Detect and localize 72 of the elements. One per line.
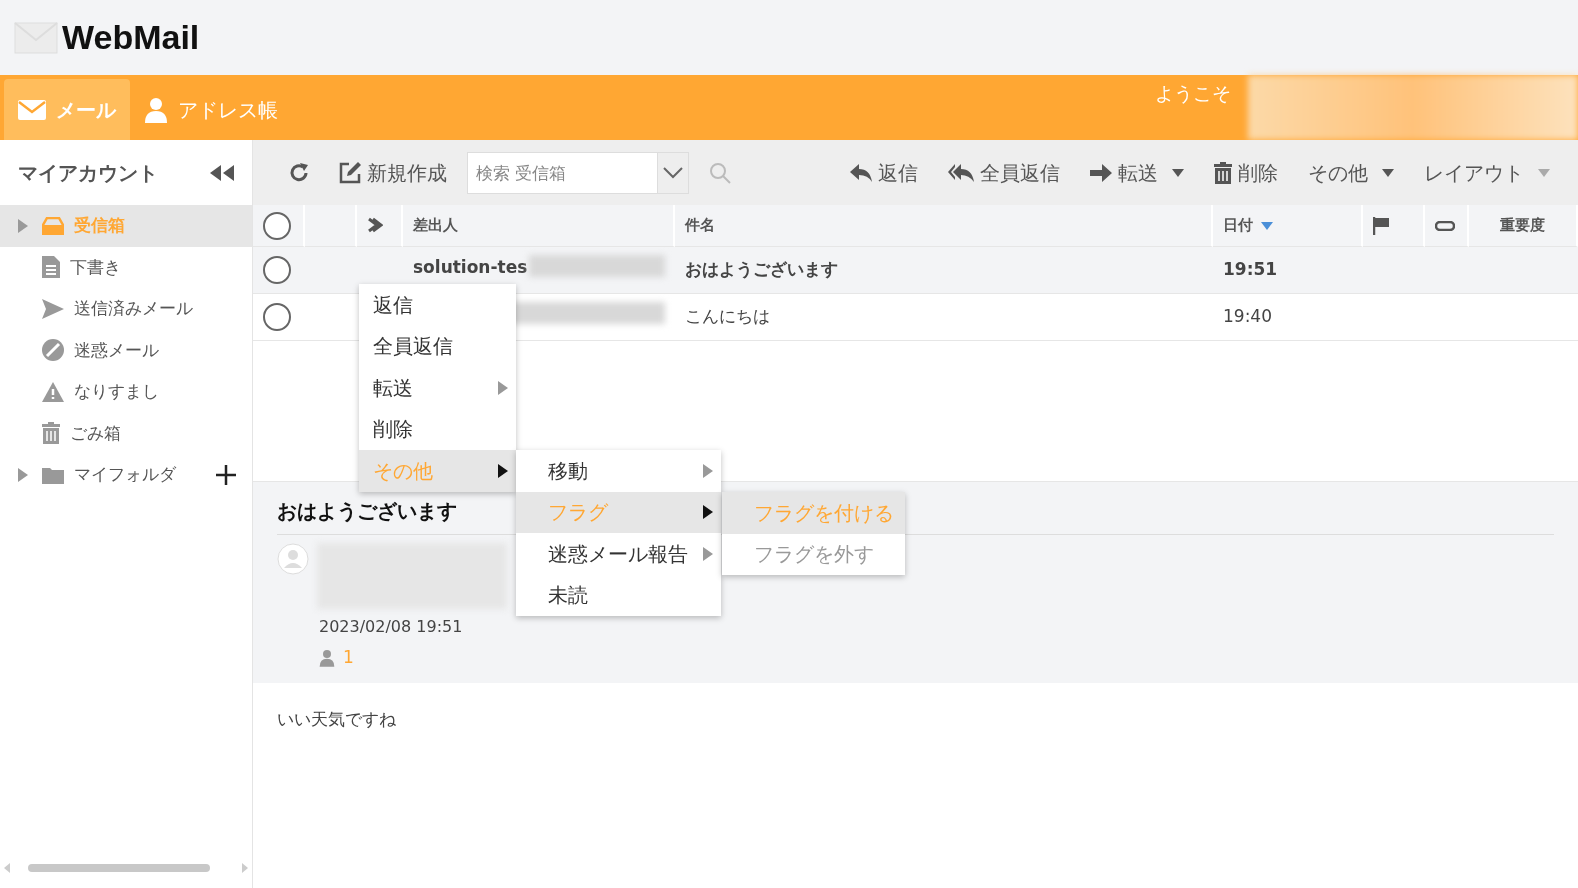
subject-text: おはようございます [685, 258, 838, 282]
menu-item[interactable]: 迷惑メール報告 [516, 533, 721, 575]
edit-icon [339, 161, 361, 184]
reply-icon [850, 163, 872, 182]
trash-icon [42, 422, 60, 445]
welcome-text: ようこそ [1155, 81, 1231, 106]
person-icon [319, 648, 335, 667]
reply-all-icon [948, 163, 974, 182]
search-field[interactable]: 検索 受信箱 [467, 151, 657, 194]
toolbar-button[interactable]: レイアウト [1414, 153, 1560, 192]
envelope-icon [18, 99, 46, 120]
row-checkbox[interactable] [263, 303, 291, 331]
preview-date: 2023/02/08 19:51 [319, 616, 464, 638]
folder-item[interactable]: 送信済みメール [0, 288, 252, 330]
chevron-down-icon [663, 166, 683, 179]
date-text: 19:40 [1223, 305, 1272, 329]
toolbar-button[interactable]: 削除 [1204, 153, 1288, 192]
menu-item[interactable]: 返信 [359, 284, 516, 326]
column-header[interactable]: 差出人 [413, 214, 458, 237]
dropdown-button[interactable] [657, 151, 689, 194]
message-body: いい天気ですね [276, 707, 397, 731]
menu-item[interactable]: 未読 [516, 574, 721, 616]
sort-caret-icon [1261, 221, 1273, 230]
document-icon [42, 256, 60, 279]
folder-item[interactable]: マイフォルダ [0, 454, 216, 496]
scrollbar-thumb[interactable] [28, 864, 210, 872]
toolbar-button[interactable]: その他 [1298, 153, 1404, 192]
avatar-icon [277, 543, 309, 575]
add-button[interactable] [216, 462, 236, 487]
folder-item[interactable]: なりすまし [0, 371, 252, 413]
menu-item[interactable]: 全員返信 [359, 325, 516, 367]
folder-item[interactable]: 下書き [0, 246, 252, 288]
send-icon [42, 298, 64, 319]
refresh-icon [289, 162, 309, 183]
warning-icon [42, 381, 64, 402]
search-icon [709, 161, 731, 184]
toolbar-button[interactable]: 新規作成 [329, 153, 457, 192]
toolbar-button[interactable]: 転送 [1080, 153, 1194, 192]
plus-icon [216, 465, 236, 486]
logo: WebMail [62, 17, 200, 58]
envelope-icon [14, 21, 58, 54]
column-header[interactable]: 日付 [1223, 214, 1253, 237]
scroll-right-icon [242, 863, 248, 873]
person-icon [144, 96, 168, 123]
menu-item[interactable]: 削除 [359, 408, 516, 450]
column-header[interactable]: 件名 [685, 214, 715, 237]
toolbar-button[interactable]: 返信 [840, 153, 928, 192]
scroll-left-icon [4, 863, 10, 873]
sender-text: solution-tes [413, 256, 528, 279]
folder-icon [42, 465, 64, 484]
paperclip-icon [1435, 220, 1455, 231]
menu-item[interactable]: 移動 [516, 450, 721, 492]
select-all-checkbox[interactable] [263, 211, 291, 240]
toolbar-button[interactable]: 全員返信 [938, 153, 1070, 192]
row-checkbox[interactable] [263, 256, 291, 284]
double-left-arrow-icon [210, 165, 234, 181]
date-text: 19:51 [1223, 258, 1278, 282]
folder-item[interactable]: 迷惑メール [0, 329, 252, 371]
subject-text: こんにちは [685, 305, 770, 329]
caret-icon [1538, 168, 1550, 177]
thread-icon [367, 216, 383, 235]
right-arrow-icon [1090, 163, 1112, 182]
flag-icon [1373, 216, 1389, 235]
sidebar-title: マイアカウント [18, 159, 158, 187]
menu-item[interactable]: 転送 [359, 367, 516, 409]
prohibited-icon [42, 339, 64, 362]
tray-icon [42, 216, 64, 235]
caret-icon [1382, 168, 1394, 177]
message-row[interactable]: solution-tes おはようございます 19:51 [253, 247, 1578, 294]
folder-item[interactable]: ごみ箱 [0, 412, 252, 454]
caret-icon [1172, 168, 1184, 177]
trash-icon [1214, 161, 1232, 184]
